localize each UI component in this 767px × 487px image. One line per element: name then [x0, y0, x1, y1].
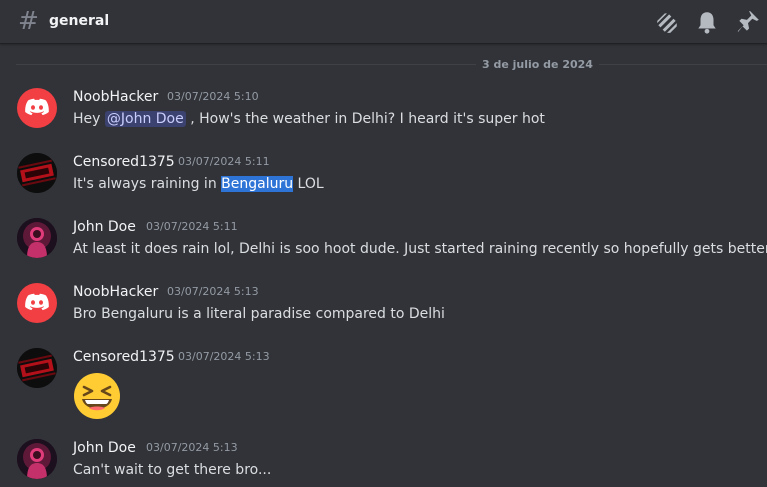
message-content: Hey @John Doe , How's the weather in Del… [73, 109, 545, 129]
message-timestamp: 03/07/2024 5:11 [178, 155, 270, 168]
message-content: Bro Bengaluru is a literal paradise comp… [73, 306, 445, 322]
censored-avatar[interactable] [17, 153, 57, 193]
message-text: Hey [73, 111, 105, 127]
user-mention[interactable]: @John Doe [104, 111, 186, 127]
channel-name: general [49, 13, 110, 29]
message-content: Can't wait to get there bro... [73, 462, 272, 478]
message-timestamp: 03/07/2024 5:13 [167, 285, 259, 298]
message-author[interactable]: John Doe [73, 439, 136, 457]
message-author[interactable]: Censored1375 [73, 153, 175, 171]
message-author[interactable]: Censored1375 [73, 348, 175, 366]
message-text: LOL [293, 176, 324, 192]
discord-logo-avatar[interactable] [17, 88, 57, 128]
channel-header: # general [0, 0, 767, 44]
message-timestamp: 03/07/2024 5:13 [178, 350, 270, 363]
discord-logo-avatar[interactable] [17, 283, 57, 323]
pin-icon[interactable] [735, 9, 761, 35]
john-doe-avatar[interactable] [17, 439, 57, 479]
laughing-emoji[interactable] [73, 372, 121, 420]
date-divider-line [16, 64, 767, 65]
hashtag-icon: # [18, 6, 39, 35]
message-timestamp: 03/07/2024 5:10 [167, 90, 259, 103]
message-content: It's always raining in Bengaluru LOL [73, 174, 324, 194]
message-author[interactable]: NoobHacker [73, 88, 158, 106]
message-text: , How's the weather in Delhi? I heard it… [185, 111, 545, 127]
john-doe-avatar[interactable] [17, 218, 57, 258]
highlighted-text[interactable]: Bengaluru [221, 176, 294, 192]
message-author[interactable]: NoobHacker [73, 283, 158, 301]
message-content: At least it does rain lol, Delhi is soo … [73, 241, 767, 257]
threads-icon[interactable] [654, 9, 680, 35]
date-divider-label: 3 de julio de 2024 [476, 58, 599, 72]
message-timestamp: 03/07/2024 5:11 [146, 220, 238, 233]
message-timestamp: 03/07/2024 5:13 [146, 441, 238, 454]
bell-icon[interactable] [694, 9, 720, 35]
message-text: It's always raining in [73, 176, 222, 192]
censored-avatar[interactable] [17, 348, 57, 388]
message-author[interactable]: John Doe [73, 218, 136, 236]
